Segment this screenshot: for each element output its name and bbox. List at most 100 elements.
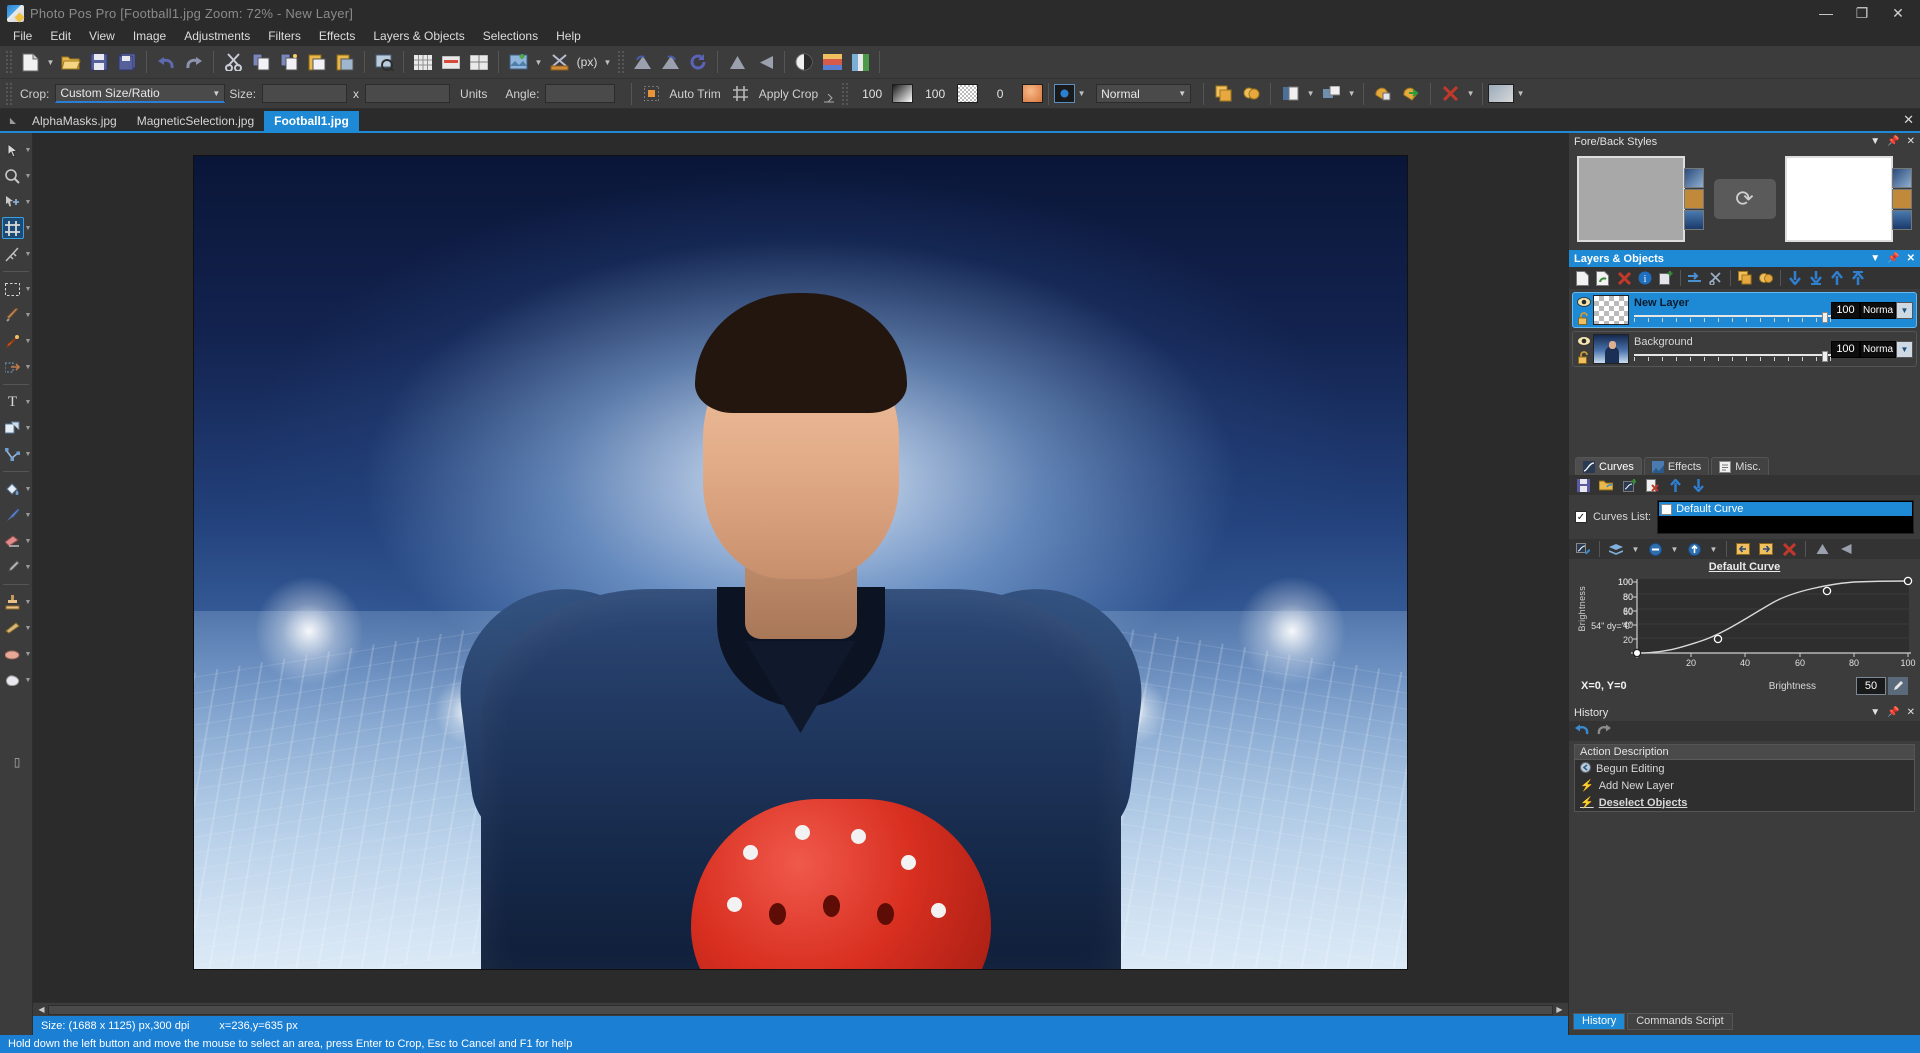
document-tab-magneticselection[interactable]: MagneticSelection.jpg <box>127 111 264 131</box>
gradient-swatch[interactable] <box>892 84 914 103</box>
layer-row-background[interactable]: Background 100 Norma ▼ <box>1572 331 1917 367</box>
curve-graph[interactable]: Brightness 100 80 60 54" dy="0" 100 80 6… <box>1575 576 1916 676</box>
color-swatch[interactable] <box>1022 84 1044 103</box>
tab-effects[interactable]: Effects <box>1643 457 1710 475</box>
quick-mask-tool[interactable]: ▯ <box>6 751 28 773</box>
crop-extra-icon[interactable] <box>824 84 838 104</box>
units-px-icon[interactable]: (px) <box>574 49 600 75</box>
rotate-left-icon[interactable] <box>657 49 683 75</box>
foreground-texture-icon[interactable] <box>1684 210 1704 230</box>
layer-from-selection-icon[interactable] <box>1656 269 1676 288</box>
grid-icon[interactable] <box>410 49 436 75</box>
new-file-dropdown-icon[interactable]: ▼ <box>44 49 57 75</box>
move-tool-arrow-icon[interactable]: ▼ <box>25 147 32 154</box>
pan-tool[interactable] <box>2 191 24 213</box>
curve-next-icon[interactable] <box>1756 540 1776 559</box>
shape-tool-arrow-icon[interactable]: ▼ <box>25 425 32 432</box>
move-curve-down-icon[interactable] <box>1688 476 1708 495</box>
flip-horizontal-icon[interactable] <box>752 49 778 75</box>
crop-bar-grip[interactable] <box>5 81 13 106</box>
close-document-icon[interactable]: ✕ <box>1903 112 1914 128</box>
menu-edit[interactable]: Edit <box>41 27 80 45</box>
menu-layers-objects[interactable]: Layers & Objects <box>364 27 473 45</box>
copy-merged-icon[interactable] <box>276 49 302 75</box>
add-curve-icon[interactable] <box>1619 476 1639 495</box>
move-curve-up-icon[interactable] <box>1665 476 1685 495</box>
selection-preview-icon[interactable] <box>1488 84 1515 103</box>
pan-tool-arrow-icon[interactable]: ▼ <box>25 199 32 206</box>
close-icon[interactable]: ✕ <box>1907 707 1915 718</box>
layer-opacity-value[interactable]: 100 <box>1831 301 1860 319</box>
open-curve-icon[interactable] <box>1596 476 1616 495</box>
undo-icon[interactable] <box>153 49 179 75</box>
bottom-tab-history[interactable]: History <box>1573 1012 1626 1030</box>
feather-value[interactable]: 100 <box>921 87 949 101</box>
path-tool[interactable] <box>2 443 24 465</box>
delete-selection-icon[interactable] <box>1437 81 1463 107</box>
new-layer-icon[interactable] <box>1572 269 1592 288</box>
chevron-down-icon[interactable]: ▼ <box>1896 301 1913 319</box>
paste-icon[interactable] <box>304 49 330 75</box>
layer-blend-mode[interactable]: Norma <box>1860 340 1896 358</box>
eyedropper-tool[interactable] <box>2 556 24 578</box>
transform-selection-icon[interactable] <box>1318 81 1344 107</box>
refine-selection-tool[interactable] <box>2 356 24 378</box>
pin-icon[interactable]: 📌 <box>1887 253 1899 264</box>
zoom-tool-arrow-icon[interactable]: ▼ <box>25 173 32 180</box>
menu-file[interactable]: File <box>4 27 41 45</box>
menu-view[interactable]: View <box>80 27 124 45</box>
clone-stamp-arrow-icon[interactable]: ▼ <box>25 599 32 606</box>
magnetic-lasso-tool[interactable] <box>2 330 24 352</box>
tab-misc[interactable]: Misc. <box>1711 457 1769 475</box>
crop-mode-select[interactable]: Custom Size/Ratio ▼ <box>55 84 226 103</box>
image-effects-icon[interactable] <box>505 49 531 75</box>
chevron-down-icon[interactable]: ▼ <box>1870 253 1880 264</box>
chevron-down-icon[interactable]: ▼ <box>1896 340 1913 358</box>
crop-tool-arrow-icon[interactable]: ▼ <box>25 225 32 232</box>
curve-prev-icon[interactable] <box>1733 540 1753 559</box>
redo-icon[interactable] <box>181 49 207 75</box>
refine-selection-arrow-icon[interactable]: ▼ <box>25 364 32 371</box>
contrast-icon[interactable] <box>791 49 817 75</box>
unlock-icon[interactable] <box>1576 350 1591 365</box>
measure-tool[interactable] <box>2 243 24 265</box>
opacity-value[interactable]: 100 <box>858 87 886 101</box>
selection-to-layer-icon[interactable] <box>1277 81 1303 107</box>
magic-wand-arrow-icon[interactable]: ▼ <box>25 312 32 319</box>
text-tool-arrow-icon[interactable]: ▼ <box>25 399 32 406</box>
crop-height-input[interactable] <box>365 84 451 103</box>
eraser-arrow-icon[interactable]: ▼ <box>25 538 32 545</box>
menu-selections[interactable]: Selections <box>474 27 547 45</box>
delete-dropdown-icon[interactable]: ▼ <box>1464 81 1477 107</box>
rectangle-select-tool[interactable] <box>2 278 24 300</box>
unlock-icon[interactable] <box>1576 311 1591 326</box>
menu-adjustments[interactable]: Adjustments <box>175 27 259 45</box>
close-icon[interactable]: ✕ <box>1907 136 1915 147</box>
path-tool-arrow-icon[interactable]: ▼ <box>25 451 32 458</box>
crop-tool[interactable] <box>1 217 24 239</box>
save-as-icon[interactable] <box>114 49 140 75</box>
edit-curve-icon[interactable] <box>1573 540 1593 559</box>
background-texture-icon[interactable] <box>1892 210 1912 230</box>
paintbrush-tool[interactable] <box>2 504 24 526</box>
zoom-tool[interactable] <box>2 165 24 187</box>
smudge-arrow-icon[interactable]: ▼ <box>25 677 32 684</box>
layer-blend-mode[interactable]: Norma <box>1860 301 1896 319</box>
move-layer-top-icon[interactable] <box>1848 269 1868 288</box>
rect-select-arrow-icon[interactable]: ▼ <box>25 286 32 293</box>
history-entry-add-new-layer[interactable]: ⚡ Add New Layer <box>1575 777 1914 794</box>
apply-crop-label[interactable]: Apply Crop <box>759 87 818 101</box>
load-selection-icon[interactable] <box>1398 81 1424 107</box>
curve-output-icon[interactable] <box>1684 540 1704 559</box>
clone-stamp-tool[interactable] <box>2 591 24 613</box>
auto-trim-label[interactable]: Auto Trim <box>669 87 720 101</box>
close-icon[interactable]: ✕ <box>1907 253 1915 264</box>
curve-flip-v-icon[interactable] <box>1812 540 1832 559</box>
eye-icon[interactable] <box>1576 295 1591 310</box>
document-tab-alphamasks[interactable]: AlphaMasks.jpg <box>22 111 127 131</box>
pin-icon[interactable]: 📌 <box>1887 136 1899 147</box>
menu-effects[interactable]: Effects <box>310 27 364 45</box>
layer-row-new-layer[interactable]: New Layer 100 Norma ▼ <box>1572 292 1917 328</box>
split-layer-icon[interactable] <box>1706 269 1726 288</box>
document-tab-football1[interactable]: Football1.jpg <box>264 111 359 131</box>
